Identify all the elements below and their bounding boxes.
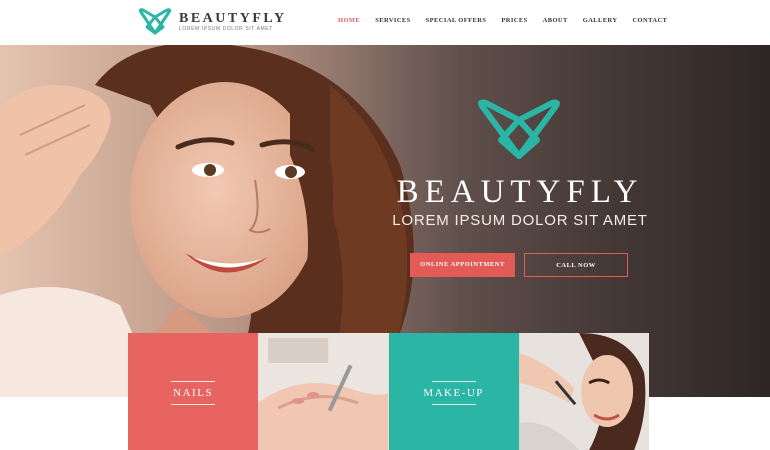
butterfly-logo-icon [138, 8, 172, 35]
hero-title: BEAUTYFLY [396, 174, 644, 210]
service-tiles: NAILS MAKE-UP [128, 333, 649, 450]
hero-subtitle: LOREM IPSUM DOLOR SIT AMET [392, 212, 648, 229]
nav-item-prices[interactable]: PRICES [501, 17, 527, 24]
online-appointment-button[interactable]: ONLINE APPOINTMENT [410, 253, 515, 277]
tile-divider [431, 404, 476, 405]
makeup-application-photo [518, 333, 649, 450]
site-header: BEAUTYFLY LOREM IPSUM DOLOR SIT AMET HOM… [0, 0, 770, 45]
tile-makeup-photo[interactable] [518, 333, 649, 450]
hero-butterfly-logo-icon [478, 99, 560, 159]
tile-nails-label: NAILS [173, 387, 214, 399]
nav-item-special-offers[interactable]: SPECIAL OFFERS [426, 17, 487, 24]
brand-name: BEAUTYFLY [179, 11, 287, 26]
nav-item-contact[interactable]: CONTACT [632, 17, 667, 24]
tile-makeup[interactable]: MAKE-UP [388, 333, 519, 450]
tile-nails[interactable]: NAILS [128, 333, 259, 450]
nav-item-about[interactable]: ABOUT [543, 17, 568, 24]
main-nav: HOME SERVICES SPECIAL OFFERS PRICES ABOU… [338, 17, 682, 24]
manicure-photo [258, 333, 389, 450]
nav-item-home[interactable]: HOME [338, 17, 360, 24]
brand-logo[interactable]: BEAUTYFLY LOREM IPSUM DOLOR SIT AMET [135, 6, 287, 38]
nav-item-services[interactable]: SERVICES [375, 17, 410, 24]
tile-divider [171, 404, 216, 405]
brand-tagline: LOREM IPSUM DOLOR SIT AMET [179, 26, 273, 32]
tile-manicure-photo[interactable] [258, 333, 389, 450]
tile-makeup-label: MAKE-UP [423, 387, 484, 399]
nav-item-gallery[interactable]: GALLERY [583, 17, 618, 24]
call-now-button[interactable]: CALL NOW [524, 253, 628, 277]
